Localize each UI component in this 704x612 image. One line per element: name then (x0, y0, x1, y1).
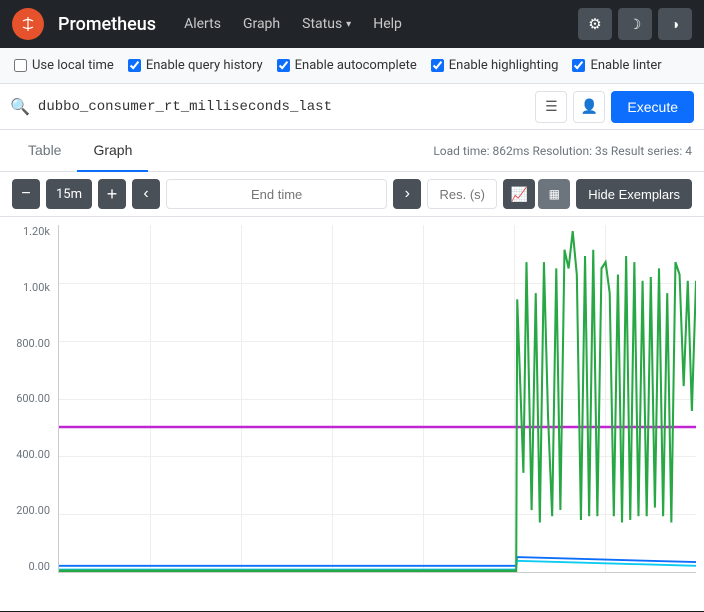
navbar-right-icons: ⚙ ☽ ◑ (578, 8, 692, 40)
y-label-1: 200.00 (16, 504, 50, 517)
execute-button[interactable]: Execute (611, 91, 694, 123)
chart-area: 0.00 200.00 400.00 600.00 800.00 1.00k 1… (0, 217, 704, 611)
tabs-row: Table Graph Load time: 862ms Resolution:… (0, 130, 704, 172)
y-label-2: 400.00 (16, 448, 50, 461)
tab-graph[interactable]: Graph (77, 130, 148, 172)
next-button[interactable]: › (393, 179, 421, 209)
search-actions: ☰ 👤 Execute (535, 91, 694, 123)
chart-inner: 23:50 23:52 23:54 23:56 23:58 00:00 00:0… (58, 225, 696, 573)
query-input[interactable] (38, 99, 527, 115)
chart-type-buttons: 📈 ▦ (503, 179, 570, 209)
navbar-links: Alerts Graph Status▾ Help (174, 10, 412, 38)
tab-table[interactable]: Table (12, 130, 77, 172)
enable-highlighting-label: Enable highlighting (449, 58, 559, 73)
series-blue (59, 557, 696, 566)
list-icon-button[interactable]: ☰ (535, 91, 567, 123)
navbar: Prometheus Alerts Graph Status▾ Help ⚙ ☽… (0, 0, 704, 48)
y-label-0: 0.00 (29, 560, 50, 573)
enable-query-history-checkbox[interactable] (128, 59, 141, 72)
stacked-chart-button[interactable]: ▦ (538, 179, 570, 209)
plus-button[interactable]: + (98, 179, 126, 209)
brand-name: Prometheus (58, 14, 156, 35)
enable-linter-checkbox[interactable] (572, 59, 585, 72)
hide-exemplars-button[interactable]: Hide Exemplars (576, 179, 692, 209)
contrast-icon-button[interactable]: ◑ (658, 8, 692, 40)
search-bar: 🔍 ☰ 👤 Execute (0, 84, 704, 130)
enable-autocomplete-label: Enable autocomplete (295, 58, 417, 73)
resolution-input[interactable] (427, 179, 497, 209)
interval-label: 15m (46, 179, 92, 209)
controls-row: − 15m + ‹ › 📈 ▦ Hide Exemplars (0, 172, 704, 217)
enable-query-history-option[interactable]: Enable query history (128, 58, 263, 73)
nav-help[interactable]: Help (363, 10, 412, 38)
nav-status[interactable]: Status▾ (292, 10, 361, 38)
use-local-time-checkbox[interactable] (14, 59, 27, 72)
line-chart-button[interactable]: 📈 (503, 179, 535, 209)
settings-icon-button[interactable]: ⚙ (578, 8, 612, 40)
load-info: Load time: 862ms Resolution: 3s Result s… (433, 144, 692, 158)
enable-linter-label: Enable linter (590, 58, 661, 73)
chart-svg (59, 225, 696, 572)
logo (12, 8, 44, 40)
series-green (59, 231, 696, 571)
y-label-6: 1.20k (23, 225, 50, 238)
enable-linter-option[interactable]: Enable linter (572, 58, 661, 73)
use-local-time-label: Use local time (32, 58, 114, 73)
use-local-time-option[interactable]: Use local time (14, 58, 114, 73)
minus-button[interactable]: − (12, 179, 40, 209)
prev-button[interactable]: ‹ (132, 179, 160, 209)
nav-graph[interactable]: Graph (233, 10, 290, 38)
y-label-3: 600.00 (16, 392, 50, 405)
user-icon-button[interactable]: 👤 (573, 91, 605, 123)
enable-query-history-label: Enable query history (146, 58, 263, 73)
enable-highlighting-option[interactable]: Enable highlighting (431, 58, 559, 73)
y-label-5: 1.00k (23, 281, 50, 294)
options-bar: Use local time Enable query history Enab… (0, 48, 704, 84)
y-label-4: 800.00 (16, 337, 50, 350)
enable-autocomplete-checkbox[interactable] (277, 59, 290, 72)
search-icon: 🔍 (10, 97, 30, 116)
nav-alerts[interactable]: Alerts (174, 10, 231, 38)
enable-autocomplete-option[interactable]: Enable autocomplete (277, 58, 417, 73)
enable-highlighting-checkbox[interactable] (431, 59, 444, 72)
y-axis: 0.00 200.00 400.00 600.00 800.00 1.00k 1… (0, 225, 56, 573)
end-time-input[interactable] (166, 179, 387, 209)
dark-mode-icon-button[interactable]: ☽ (618, 8, 652, 40)
prometheus-logo-icon (18, 14, 38, 34)
